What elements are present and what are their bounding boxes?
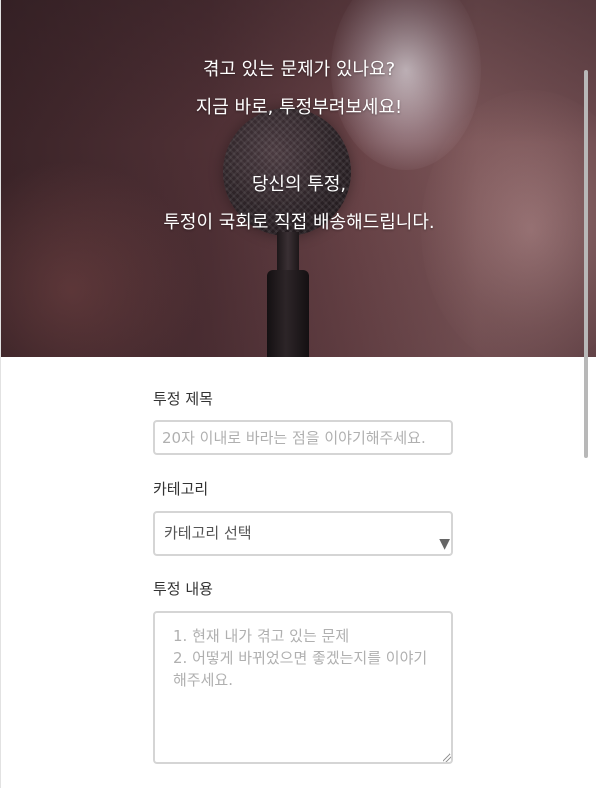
resize-grip-icon[interactable] <box>443 754 451 762</box>
title-input[interactable] <box>153 420 453 455</box>
content-field-wrapper <box>153 611 453 764</box>
hero-line-2: 지금 바로, 투정부려보세요! <box>195 97 403 118</box>
dropdown-arrow-icon: ▼ <box>439 536 450 552</box>
category-label: 카테고리 <box>153 480 209 498</box>
hero-line-4: 투정이 국회로 직접 배송해드립니다. <box>163 212 435 233</box>
hero-line-1: 겪고 있는 문제가 있나요? <box>202 59 396 80</box>
content-textarea[interactable] <box>153 611 453 764</box>
category-select[interactable]: 카테고리 선택 ▼ <box>153 511 453 556</box>
microphone-neck <box>277 232 299 274</box>
microphone-stand <box>267 270 309 357</box>
title-label: 투정 제목 <box>153 390 213 408</box>
hero-line-3: 당신의 투정, <box>251 174 347 195</box>
hero-banner: 겪고 있는 문제가 있나요? 지금 바로, 투정부려보세요! 당신의 투정, 투… <box>1 0 596 357</box>
scrollbar-thumb[interactable] <box>584 70 588 458</box>
category-select-value: 카테고리 선택 <box>164 524 252 542</box>
page: 겪고 있는 문제가 있나요? 지금 바로, 투정부려보세요! 당신의 투정, 투… <box>0 0 596 788</box>
content-label: 투정 내용 <box>153 580 213 598</box>
